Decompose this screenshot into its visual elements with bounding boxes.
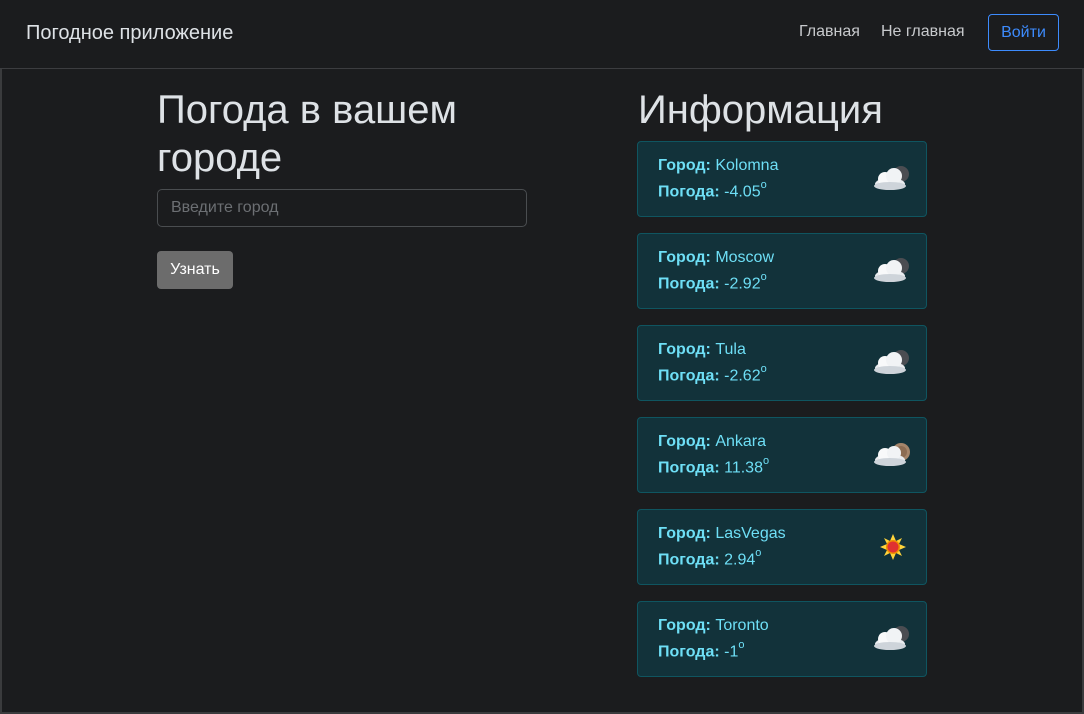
search-title: Погода в вашем городе	[157, 88, 458, 180]
navbar: Погодное приложение Главная Не главная В…	[0, 0, 1084, 69]
weather-card: Город: Ankara Погода: 11.38o	[637, 417, 927, 493]
partly-cloudy-icon	[870, 435, 916, 475]
city-line: Город: Toronto	[658, 617, 769, 635]
city-label: Город:	[658, 617, 711, 634]
city-name: LasVegas	[715, 525, 786, 542]
city-label: Город:	[658, 525, 711, 542]
search-section: Погода в вашем городе Узнать	[157, 86, 537, 289]
city-input[interactable]	[157, 189, 527, 227]
weather-card: Город: LasVegas Погода: 2.94o	[637, 509, 927, 585]
temperature-value: 2.94	[724, 551, 756, 569]
cloudy-night-icon	[870, 251, 916, 291]
brand-title[interactable]: Погодное приложение	[26, 22, 233, 45]
temperature-value: -2.62	[724, 367, 761, 385]
cloudy-night-icon	[870, 159, 916, 199]
degree-sign: o	[738, 639, 745, 651]
weather-card: Город: Tula Погода: -2.62o	[637, 325, 927, 401]
weather-card: Город: Kolomna Погода: -4.05o	[637, 141, 927, 217]
weather-line: Погода: -1o	[658, 639, 745, 661]
weather-label: Погода:	[658, 275, 720, 293]
temperature-value: -4.05	[724, 183, 761, 201]
degree-sign: o	[760, 271, 767, 283]
weather-card: Город: Moscow Погода: -2.92o	[637, 233, 927, 309]
nav-link-not-home[interactable]: Не главная	[881, 23, 965, 41]
cloudy-night-icon	[870, 343, 916, 383]
weather-line: Погода: -2.92o	[658, 271, 767, 293]
city-label: Город:	[658, 433, 711, 450]
city-line: Город: Kolomna	[658, 157, 778, 175]
weather-label: Погода:	[658, 643, 720, 661]
weather-line: Погода: -2.62o	[658, 363, 767, 385]
temperature-value: -1	[724, 643, 739, 661]
nav-link-home[interactable]: Главная	[799, 23, 860, 41]
degree-sign: o	[762, 455, 770, 467]
login-button[interactable]: Войти	[988, 14, 1059, 51]
city-name: Ankara	[715, 433, 767, 450]
temperature-value: -2.92	[724, 275, 761, 293]
city-line: Город: Ankara	[658, 433, 766, 451]
cloudy-night-icon	[870, 619, 916, 659]
weather-card: Город: Toronto Погода: -1o	[637, 601, 927, 677]
city-label: Город:	[658, 157, 711, 174]
temperature-value: 11.38	[724, 459, 763, 477]
weather-line: Погода: 2.94o	[658, 547, 762, 569]
city-name: Toronto	[715, 617, 769, 634]
city-name: Tula	[715, 341, 746, 358]
city-label: Город:	[658, 341, 711, 358]
city-line: Город: Moscow	[658, 249, 774, 267]
city-line: Город: Tula	[658, 341, 746, 359]
weather-label: Погода:	[658, 367, 720, 385]
weather-label: Погода:	[658, 183, 720, 201]
submit-button[interactable]: Узнать	[157, 251, 233, 289]
degree-sign: o	[755, 547, 762, 559]
info-section: Информация Город: Kolomna Погода: -4.05o Г…	[637, 86, 928, 677]
weather-label: Погода:	[658, 459, 720, 477]
weather-label: Погода:	[658, 551, 720, 569]
city-name: Moscow	[715, 249, 775, 266]
info-title: Информация	[638, 88, 883, 132]
weather-line: Погода: -4.05o	[658, 179, 767, 201]
city-label: Город:	[658, 249, 711, 266]
degree-sign: o	[760, 179, 767, 191]
weather-line: Погода: 11.38o	[658, 455, 770, 477]
degree-sign: o	[760, 363, 767, 375]
sun-icon	[870, 527, 916, 567]
city-line: Город: LasVegas	[658, 525, 786, 543]
city-name: Kolomna	[715, 157, 779, 174]
